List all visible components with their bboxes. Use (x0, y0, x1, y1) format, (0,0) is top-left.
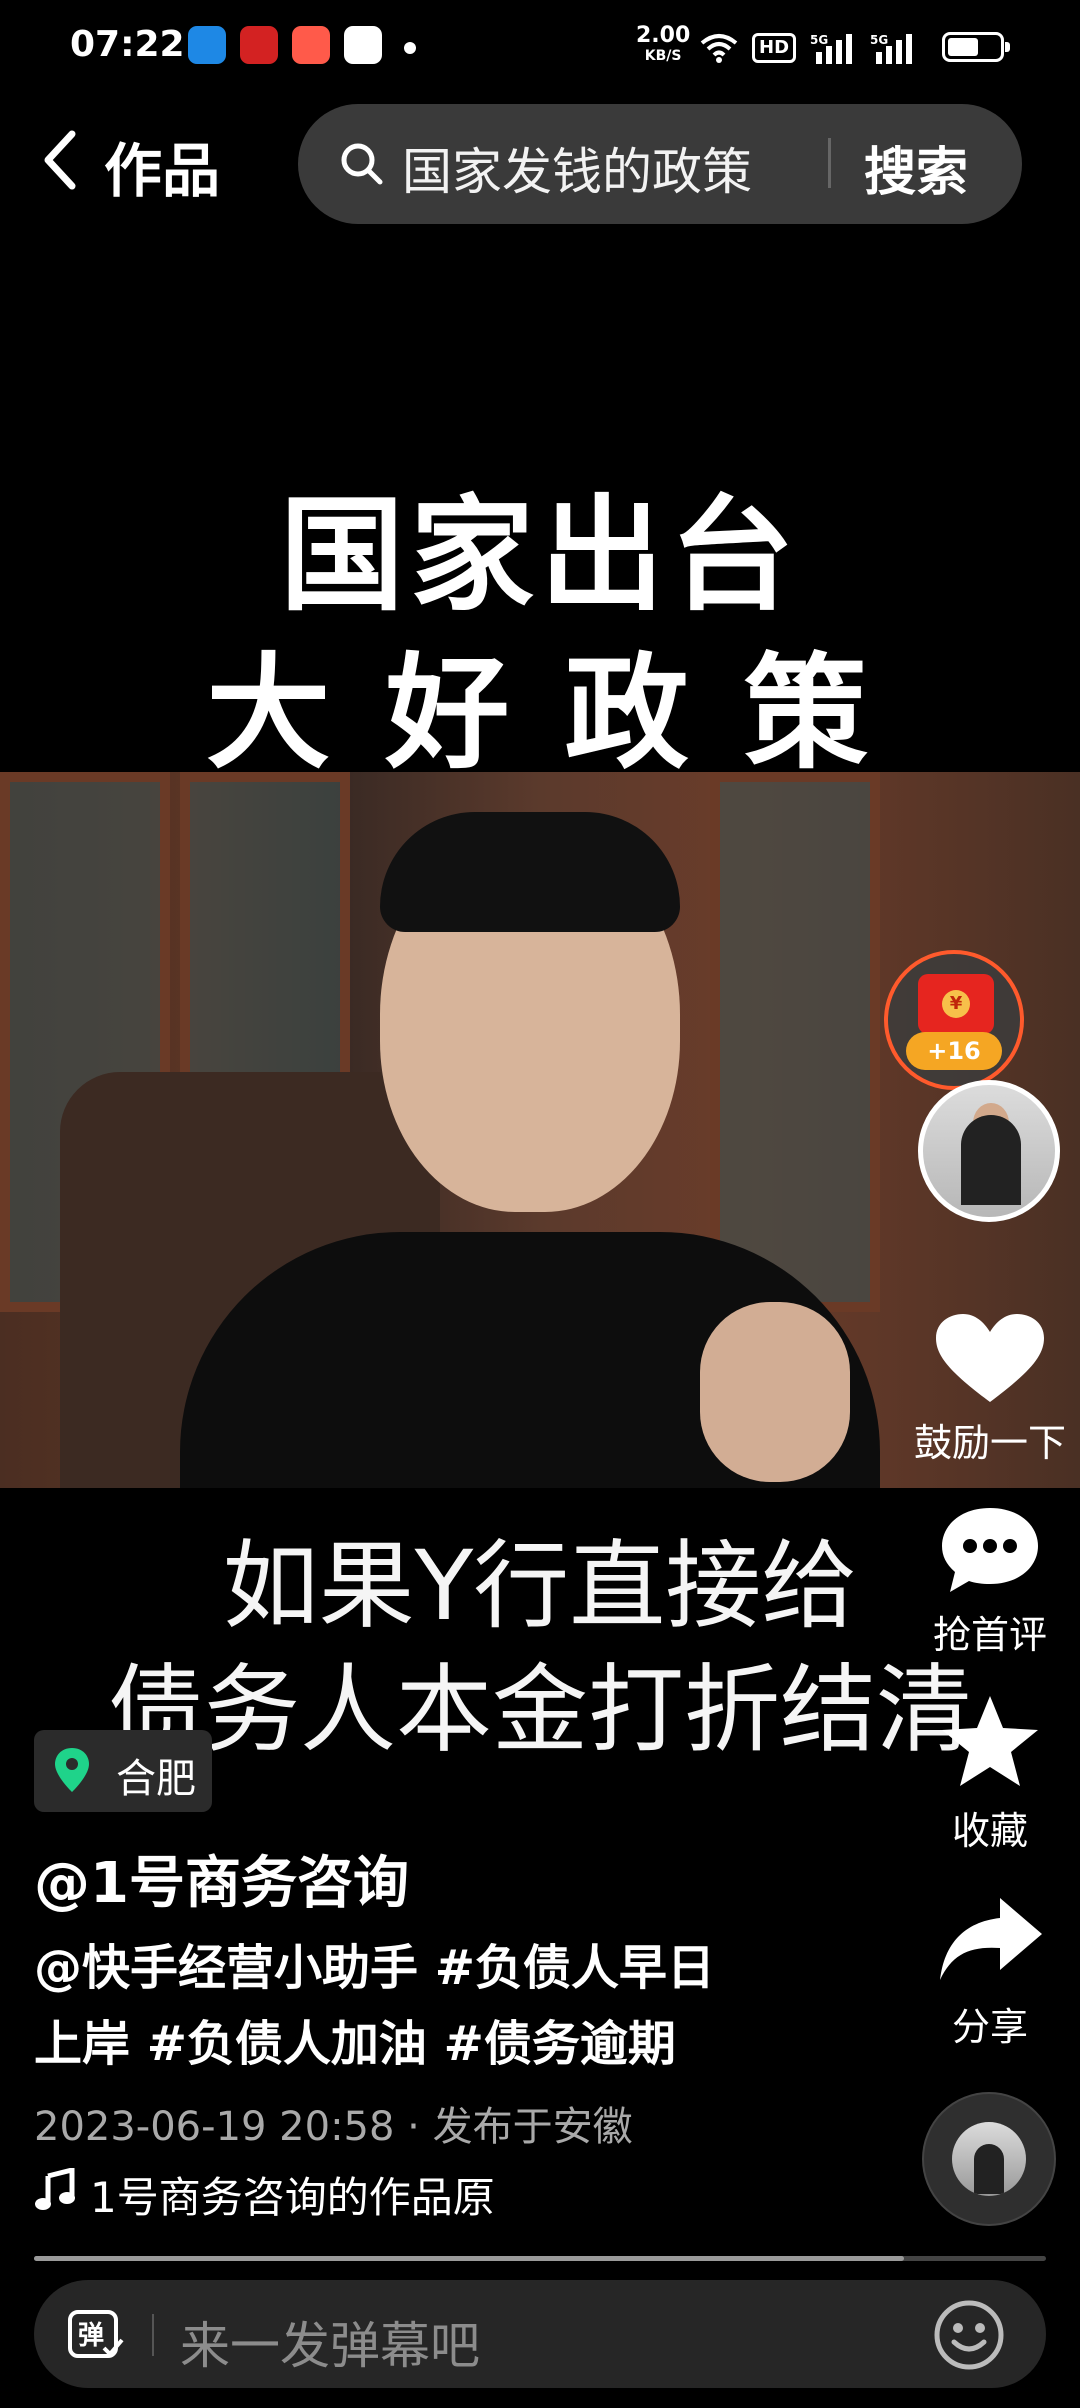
heart-icon[interactable] (930, 1310, 1050, 1410)
location-pin-icon (55, 1748, 89, 1792)
search-icon (341, 143, 383, 185)
post-description: @快手经营小助手 #负债人早日 上岸 #负债人加油 #债务逾期 (34, 1930, 774, 2082)
bookshelf (710, 772, 880, 1312)
video-progress-fill (34, 2256, 905, 2261)
star-icon[interactable] (930, 1692, 1050, 1792)
music-note-icon (35, 2168, 75, 2210)
5g-signal-icon: 5G (870, 33, 913, 64)
network-speed: 2.00 KB/S (636, 23, 691, 65)
more-notifications-dot (404, 42, 416, 54)
share-arrow-icon[interactable] (930, 1890, 1050, 1990)
search-divider (828, 138, 831, 188)
danmu-toggle-icon[interactable]: 弹 (64, 2304, 126, 2366)
search-button[interactable]: 搜索 (864, 130, 968, 205)
5g-signal-icon: 5G (810, 33, 853, 64)
comment-divider (152, 2314, 154, 2356)
video-overlay-title: 国家出台 (279, 484, 800, 628)
speaker-hand (700, 1302, 850, 1482)
share-label[interactable]: 分享 (880, 1996, 1080, 2051)
speaker-hair (380, 812, 680, 932)
page-title: 作品 (104, 137, 221, 205)
svg-text:5G: 5G (810, 33, 828, 47)
danmu-input[interactable]: 来一发弹幕吧 (180, 2306, 480, 2378)
like-label[interactable]: 鼓励一下 (880, 1412, 1080, 1467)
description-line[interactable]: 上岸 #负债人加油 #债务逾期 (34, 2006, 774, 2082)
back-chevron-icon[interactable] (40, 128, 80, 192)
description-line[interactable]: @快手经营小助手 #负债人早日 (34, 1930, 774, 2006)
app-notification-icon (240, 26, 278, 64)
video-overlay-title: 大 好 政 策 (206, 642, 874, 786)
emoji-icon[interactable] (932, 2298, 1006, 2372)
favorite-label[interactable]: 收藏 (880, 1800, 1080, 1855)
battery-icon (942, 32, 1010, 62)
red-packet-icon[interactable]: ¥ (918, 974, 994, 1034)
status-icons: HD 5G 5G (700, 28, 916, 68)
app-notification-icon (344, 26, 382, 64)
svg-text:5G: 5G (870, 33, 888, 47)
comment-icon[interactable] (930, 1500, 1050, 1600)
status-time: 07:22 (70, 24, 185, 65)
author-name[interactable]: @1号商务咨询 (34, 1838, 409, 1919)
app-notification-icon (292, 26, 330, 64)
svg-text:弹: 弹 (78, 2321, 104, 2351)
red-packet-badge: +16 (906, 1032, 1002, 1070)
wifi-icon (700, 34, 738, 63)
author-avatar[interactable] (918, 1080, 1060, 1222)
music-disc[interactable] (922, 2092, 1056, 2226)
hd-icon: HD (752, 33, 797, 63)
location-text[interactable]: 合肥 (116, 1746, 196, 1804)
comment-label[interactable]: 抢首评 (880, 1604, 1080, 1659)
post-meta: 2023-06-19 20:58 · 发布于安徽 (34, 2104, 633, 2150)
video-progress-bar[interactable] (34, 2256, 1046, 2261)
app-notification-icon (188, 26, 226, 64)
video-player[interactable] (0, 772, 1080, 1488)
search-query[interactable]: 国家发钱的政策 (402, 132, 752, 204)
music-title[interactable]: 1号商务咨询的作品原 (90, 2164, 510, 2225)
